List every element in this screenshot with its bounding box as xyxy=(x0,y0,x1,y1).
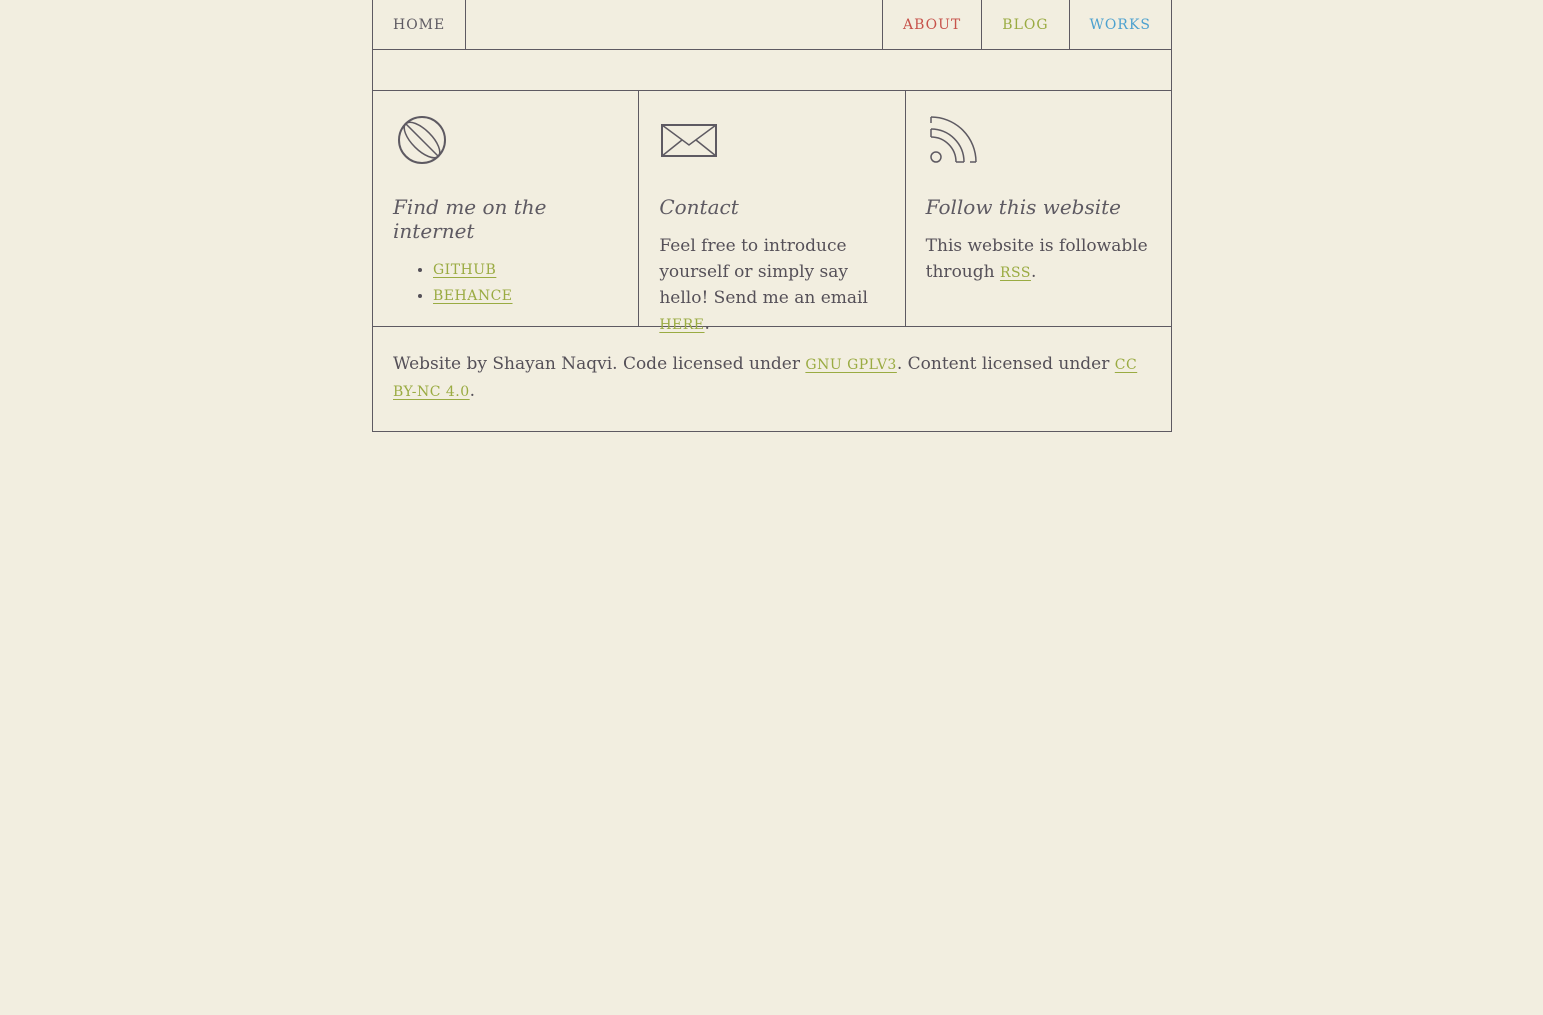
contact-text-suffix: . xyxy=(704,314,710,334)
follow-text-suffix: . xyxy=(1030,262,1037,282)
github-link[interactable]: GitHub xyxy=(433,262,496,278)
rss-icon xyxy=(929,116,977,163)
contact-panel: Contact Feel free to introduce yourself … xyxy=(638,91,904,334)
nav-home-link[interactable]: Home xyxy=(373,0,467,49)
follow-panel-title: Follow this website xyxy=(925,195,1122,219)
footer-content-text: . Content licensed under xyxy=(896,354,1110,374)
nav-about-link[interactable]: About xyxy=(882,0,981,49)
rss-link[interactable]: RSS xyxy=(1000,265,1031,281)
email-here-link[interactable]: here xyxy=(659,317,704,333)
social-links-list: GitHub Behance xyxy=(393,257,618,309)
follow-panel: Follow this website This website is foll… xyxy=(904,91,1171,326)
follow-text: This website is followable through RSS. xyxy=(926,233,1151,286)
internet-panel: Find me on the internet GitHub Behance xyxy=(373,91,638,326)
contact-text-body: Feel free to introduce yourself or simpl… xyxy=(659,236,868,308)
envelope-icon xyxy=(661,124,718,157)
nav-blog-link[interactable]: Blog xyxy=(981,0,1068,49)
gpl-license-link[interactable]: GNU GPLv3 xyxy=(805,357,896,373)
footer-credit-text: Website by Shayan Naqvi. Code licensed u… xyxy=(393,354,800,374)
info-panels: Find me on the internet GitHub Behance C… xyxy=(372,91,1172,334)
contact-panel-title: Contact xyxy=(659,195,739,219)
page: Home About Blog Works Find me on the int… xyxy=(372,0,1172,432)
top-navbar: Home About Blog Works xyxy=(372,0,1172,50)
globe-icon xyxy=(398,116,446,164)
follow-text-body: This website is followable through xyxy=(925,236,1148,282)
footer-suffix: . xyxy=(469,381,476,401)
behance-link[interactable]: Behance xyxy=(433,288,513,304)
nav-works-link[interactable]: Works xyxy=(1068,0,1171,49)
list-item: Behance xyxy=(433,283,618,309)
empty-band xyxy=(372,50,1172,91)
footer: Website by Shayan Naqvi. Code licensed u… xyxy=(372,327,1172,432)
internet-panel-title: Find me on the internet xyxy=(393,195,547,243)
list-item: GitHub xyxy=(433,257,618,283)
contact-text: Feel free to introduce yourself or simpl… xyxy=(659,233,884,338)
